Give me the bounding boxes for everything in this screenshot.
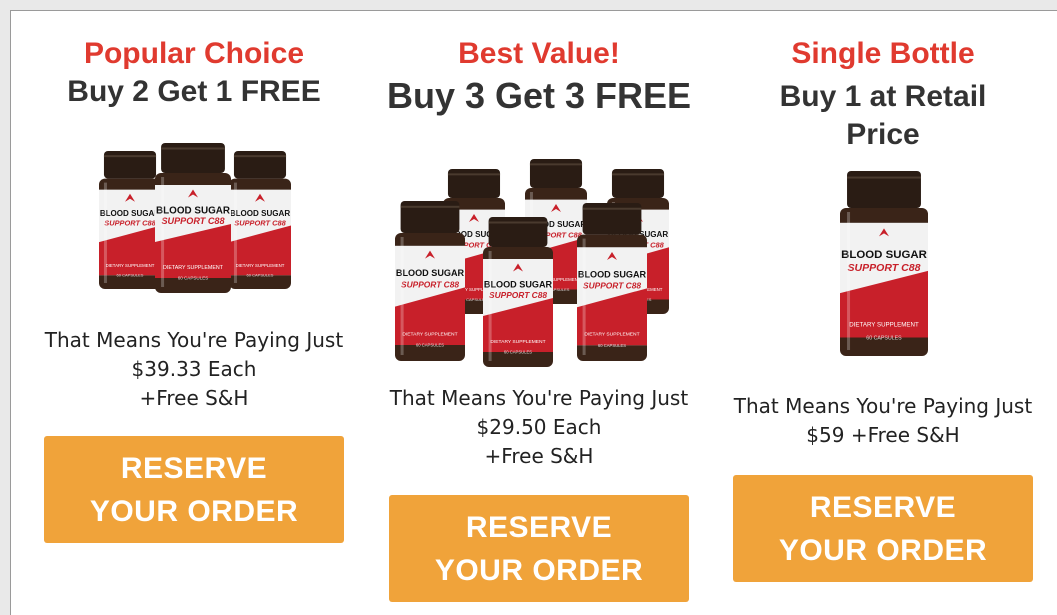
pricing-panel: Popular Choice Buy 2 Get 1 FREE BLOOD SU…	[10, 10, 1057, 615]
svg-text:SUPPORT C88: SUPPORT C88	[583, 280, 641, 290]
svg-text:BLOOD SUGAR: BLOOD SUGAR	[230, 209, 291, 218]
price-line: That Means You're Paying Just	[733, 394, 1033, 418]
svg-text:DIETARY SUPPLEMENT: DIETARY SUPPLEMENT	[106, 263, 155, 268]
supplement-bottle: BLOOD SUGARSUPPORT C88 DIETARY SUPPLEMENT…	[99, 151, 161, 289]
svg-text:SUPPORT C88: SUPPORT C88	[847, 262, 920, 274]
svg-text:60 CAPSULES: 60 CAPSULES	[117, 273, 144, 278]
svg-text:60 CAPSULES: 60 CAPSULES	[247, 273, 274, 278]
svg-text:BLOOD SUGAR: BLOOD SUGAR	[841, 249, 928, 261]
reserve-order-button-single[interactable]: RESERVE YOUR ORDER	[733, 475, 1033, 582]
svg-text:60 CAPSULES: 60 CAPSULES	[178, 276, 209, 281]
offer-tag: Single Bottle	[791, 37, 975, 70]
svg-text:SUPPORT C88: SUPPORT C88	[104, 219, 156, 228]
svg-text:DIETARY SUPPLEMENT: DIETARY SUPPLEMENT	[490, 339, 545, 345]
supplement-bottle: BLOOD SUGARSUPPORT C88 DIETARY SUPPLEMENT…	[395, 201, 465, 361]
supplement-bottle: BLOOD SUGARSUPPORT C88 DIETARY SUPPLEMENT…	[577, 203, 647, 361]
svg-text:60 CAPSULES: 60 CAPSULES	[416, 343, 444, 348]
svg-text:DIETARY SUPPLEMENT: DIETARY SUPPLEMENT	[402, 331, 457, 337]
headline-line: Buy 1 at Retail	[779, 80, 987, 113]
price-line: That Means You're Paying Just	[389, 386, 689, 410]
price-text: That Means You're Paying Just $39.33 Eac…	[44, 326, 344, 413]
svg-text:DIETARY SUPPLEMENT: DIETARY SUPPLEMENT	[584, 332, 639, 338]
svg-text:60 CAPSULES: 60 CAPSULES	[598, 343, 626, 348]
svg-text:SUPPORT C88: SUPPORT C88	[234, 219, 286, 228]
price-each: $29.50 Each	[476, 415, 602, 439]
svg-text:BLOOD SUGAR: BLOOD SUGAR	[484, 280, 553, 290]
svg-text:60 CAPSULES: 60 CAPSULES	[504, 350, 532, 355]
price-each: $59 +Free S&H	[806, 423, 960, 447]
svg-text:DIETARY SUPPLEMENT: DIETARY SUPPLEMENT	[163, 265, 224, 271]
price-each: $39.33 Each	[131, 357, 257, 381]
reserve-order-button-popular[interactable]: RESERVE YOUR ORDER	[44, 436, 344, 543]
button-label: RESERVE YOUR ORDER	[89, 451, 299, 528]
shipping-note: +Free S&H	[484, 444, 594, 468]
svg-text:SUPPORT C88: SUPPORT C88	[401, 279, 459, 289]
svg-text:BLOOD SUGAR: BLOOD SUGAR	[100, 209, 161, 218]
shipping-note: +Free S&H	[139, 386, 249, 410]
product-image-1-bottle: BLOOD SUGAR SUPPORT C88 DIETARY SUPPLEMENT…	[835, 171, 935, 366]
reserve-order-button-best-value[interactable]: RESERVE YOUR ORDER	[389, 495, 689, 602]
svg-text:SUPPORT C88: SUPPORT C88	[161, 216, 225, 226]
svg-text:BLOOD SUGAR: BLOOD SUGAR	[578, 269, 647, 279]
svg-text:DIETARY SUPPLEMENT: DIETARY SUPPLEMENT	[849, 321, 919, 328]
supplement-bottle: BLOOD SUGARSUPPORT C88 DIETARY SUPPLEMENT…	[229, 151, 291, 289]
price-text: That Means You're Paying Just $59 +Free …	[733, 392, 1033, 450]
price-text: That Means You're Paying Just $29.50 Eac…	[389, 384, 689, 471]
svg-text:60 CAPSULES: 60 CAPSULES	[866, 335, 902, 341]
svg-text:SUPPORT C88: SUPPORT C88	[489, 290, 547, 300]
product-image-6-bottles: BLOOD SUGAR SUPPORT C88 DIETARY SUPPLEMENT…	[395, 149, 685, 374]
button-label: RESERVE YOUR ORDER	[434, 510, 644, 587]
price-line: That Means You're Paying Just	[44, 328, 344, 352]
button-label: RESERVE YOUR ORDER	[778, 490, 988, 567]
offer-tag: Best Value!	[458, 37, 620, 70]
supplement-bottle: BLOOD SUGARSUPPORT C88 DIETARY SUPPLEMENT…	[483, 217, 553, 367]
svg-text:DIETARY SUPPLEMENT: DIETARY SUPPLEMENT	[236, 263, 285, 268]
offer-headline: Buy 1 at Retail Price	[733, 78, 1033, 154]
product-image-3-bottles: BLOOD SUGAR SUPPORT C88 DIETARY SUPPLEMENT…	[99, 139, 299, 304]
offer-headline: Buy 3 Get 3 FREE	[386, 75, 692, 116]
svg-text:BLOOD SUGAR: BLOOD SUGAR	[156, 206, 230, 217]
supplement-bottle: BLOOD SUGARSUPPORT C88 DIETARY SUPPLEMENT…	[840, 171, 928, 356]
supplement-bottle: BLOOD SUGARSUPPORT C88 DIETARY SUPPLEMENT…	[155, 143, 231, 293]
offer-headline: Buy 2 Get 1 FREE	[67, 75, 321, 108]
offer-tag: Popular Choice	[83, 37, 305, 70]
headline-line: Price	[846, 118, 920, 151]
svg-text:BLOOD SUGAR: BLOOD SUGAR	[396, 268, 465, 278]
